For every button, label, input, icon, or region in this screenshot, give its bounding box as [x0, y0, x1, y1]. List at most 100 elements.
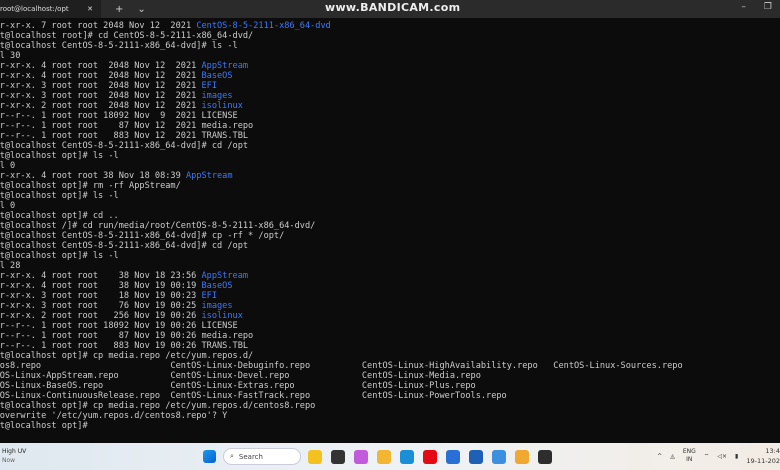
- tab-dropdown-icon[interactable]: ⌄: [137, 4, 145, 15]
- line-text: drwxr-xr-x. 4 root root 2048 Nov 12 2021: [0, 71, 202, 81]
- directory-name: BaseOS: [201, 281, 233, 291]
- line-text: drwxr-xr-x. 7 root root 2048 Nov 12 2021: [0, 21, 197, 31]
- terminal-line: total 28: [0, 261, 683, 271]
- terminal-lines: drwxr-xr-x. 7 root root 2048 Nov 12 2021…: [0, 21, 683, 431]
- terminal-line: drwxr-xr-x. 4 root root 2048 Nov 12 2021…: [0, 71, 683, 81]
- folder-icon[interactable]: [377, 449, 391, 464]
- line-text: [root@localhost opt]# cd ..: [0, 211, 119, 221]
- minimize-button[interactable]: –: [741, 2, 746, 12]
- close-tab-icon[interactable]: ✕: [87, 5, 93, 13]
- line-text: -rw-r--r--. 1 root root 883 Nov 12 2021 …: [0, 131, 249, 141]
- terminal-line: drwxr-xr-x. 7 root root 2048 Nov 12 2021…: [0, 21, 683, 31]
- task-view-icon[interactable]: [331, 449, 345, 464]
- notepad-icon[interactable]: [492, 449, 506, 464]
- terminal-line: drwxr-xr-x. 3 root root 18 Nov 19 00:23 …: [0, 291, 683, 301]
- time: 13:4: [765, 447, 780, 455]
- terminal-line: -rw-r--r--. 1 root root 883 Nov 12 2021 …: [0, 131, 683, 141]
- copilot-icon[interactable]: [354, 449, 368, 464]
- weather-widget[interactable]: High UV Now: [2, 447, 26, 465]
- terminal-line: [root@localhost opt]# cp media.repo /etc…: [0, 351, 683, 361]
- terminal-line: CentOS-Linux-AppStream.repo CentOS-Linux…: [0, 371, 683, 381]
- tray-app-icon[interactable]: ◬: [670, 453, 675, 460]
- line-text: [root@localhost /]# cd run/media/root/Ce…: [0, 221, 316, 231]
- directory-name: images: [201, 301, 233, 311]
- line-text: [root@localhost CentOS-8-5-2111-x86_64-d…: [0, 141, 249, 151]
- remote-icon[interactable]: [515, 449, 529, 464]
- terminal-line: total 0: [0, 201, 683, 211]
- bandicam-watermark: www.BANDICAM.com: [325, 1, 461, 14]
- browser-icon[interactable]: [446, 449, 460, 464]
- line-text: [root@localhost opt]# ls -l: [0, 191, 119, 201]
- terminal-line: cp: overwrite '/etc/yum.repos.d/centos8.…: [0, 411, 683, 421]
- volume-icon[interactable]: ◁×: [717, 453, 727, 460]
- line-text: CentOS-Linux-ContinuousRelease.repo Cent…: [0, 391, 507, 401]
- clock[interactable]: 13:4 19-11-202: [746, 446, 780, 466]
- edge-icon[interactable]: [400, 449, 414, 464]
- line-text: -rw-r--r--. 1 root root 883 Nov 19 00:26…: [0, 341, 249, 351]
- terminal-line: -rw-r--r--. 1 root root 87 Nov 19 00:26 …: [0, 331, 683, 341]
- terminal-line: CentOS-Linux-BaseOS.repo CentOS-Linux-Ex…: [0, 381, 683, 391]
- new-tab-button[interactable]: +: [115, 4, 123, 15]
- title-bar: root@localhost:/opt ✕ + ⌄ www.BANDICAM.c…: [0, 0, 780, 18]
- terminal-line: -rw-r--r--. 1 root root 883 Nov 19 00:26…: [0, 341, 683, 351]
- terminal-line: [root@localhost opt]# ls -l: [0, 151, 683, 161]
- line-text: drwxr-xr-x. 4 root root 2048 Nov 12 2021: [0, 61, 202, 71]
- line-text: [root@localhost opt]# ls -l: [0, 151, 119, 161]
- line-text: total 28: [0, 261, 21, 271]
- chevron-up-icon[interactable]: ^: [657, 453, 662, 460]
- wifi-icon[interactable]: ⌔: [704, 452, 710, 460]
- terminal-line: [root@localhost opt]#: [0, 421, 683, 431]
- line-text: centos8.repo CentOS-Linux-Debuginfo.repo…: [0, 361, 683, 371]
- directory-name: AppStream: [201, 271, 249, 281]
- line-text: [root@localhost opt]# cp media.repo /etc…: [0, 401, 316, 411]
- terminal-line: [root@localhost /]# cd run/media/root/Ce…: [0, 221, 683, 231]
- terminal-line: [root@localhost CentOS-8-5-2111-x86_64-d…: [0, 41, 683, 51]
- directory-name: isolinux: [201, 101, 243, 111]
- terminal-line: total 0: [0, 161, 683, 171]
- directory-name: EFI: [201, 291, 218, 301]
- maximize-button[interactable]: ❐: [764, 2, 772, 12]
- terminal-line: drwxr-xr-x. 3 root root 2048 Nov 12 2021…: [0, 91, 683, 101]
- terminal-line: -rw-r--r--. 1 root root 18092 Nov 9 2021…: [0, 111, 683, 121]
- weather-title: High UV: [2, 448, 27, 455]
- terminal-line: -rw-r--r--. 1 root root 18092 Nov 19 00:…: [0, 321, 683, 331]
- line-text: [root@localhost CentOS-8-5-2111-x86_64-d…: [0, 241, 249, 251]
- store-icon[interactable]: [469, 449, 483, 464]
- terminal-line: drwxr-xr-x. 4 root root 38 Nov 18 23:56 …: [0, 271, 683, 281]
- line-text: drwxr-xr-x. 3 root root 18 Nov 19 00:23: [0, 291, 202, 301]
- netflix-icon[interactable]: [423, 449, 437, 464]
- line-text: [root@localhost CentOS-8-5-2111-x86_64-d…: [0, 41, 238, 51]
- taskbar: High UV Now ⌕ Search ^ ◬ ENG IN ⌔ ◁× ▮ 1…: [0, 443, 780, 470]
- directory-name: AppStream: [201, 61, 249, 71]
- lang-bottom: IN: [686, 456, 693, 463]
- tab-title: root@localhost:/opt: [0, 5, 69, 13]
- terminal-tab[interactable]: root@localhost:/opt ✕: [0, 0, 101, 18]
- line-text: cp: overwrite '/etc/yum.repos.d/centos8.…: [0, 411, 228, 421]
- line-text: total 0: [0, 161, 16, 171]
- line-text: CentOS-Linux-AppStream.repo CentOS-Linux…: [0, 371, 481, 381]
- directory-name: EFI: [201, 81, 218, 91]
- terminal-line: drwxr-xr-x. 4 root root 2048 Nov 12 2021…: [0, 61, 683, 71]
- line-text: drwxr-xr-x. 3 root root 2048 Nov 12 2021: [0, 91, 202, 101]
- terminal-line: CentOS-Linux-ContinuousRelease.repo Cent…: [0, 391, 683, 401]
- terminal-line: drwxr-xr-x. 3 root root 76 Nov 19 00:25 …: [0, 301, 683, 311]
- terminal-output[interactable]: drwxr-xr-x. 7 root root 2048 Nov 12 2021…: [0, 18, 780, 443]
- terminal-icon[interactable]: [538, 449, 552, 464]
- search-box[interactable]: ⌕ Search: [223, 448, 301, 465]
- terminal-line: drwxr-xr-x. 2 root root 2048 Nov 12 2021…: [0, 101, 683, 111]
- line-text: [root@localhost opt]#: [0, 421, 88, 431]
- battery-icon[interactable]: ▮: [735, 453, 738, 460]
- start-button[interactable]: [203, 450, 216, 463]
- directory-name: images: [201, 91, 233, 101]
- line-text: drwxr-xr-x. 2 root root 2048 Nov 12 2021: [0, 101, 202, 111]
- line-text: [root@localhost opt]# rm -rf AppStream/: [0, 181, 181, 191]
- search-icon: ⌕: [230, 452, 234, 460]
- line-text: -rw-r--r--. 1 root root 18092 Nov 9 2021…: [0, 111, 238, 121]
- search-placeholder: Search: [238, 452, 263, 461]
- line-text: [root@localhost root]# cd CentOS-8-5-211…: [0, 31, 254, 41]
- directory-name: AppStream: [185, 171, 233, 181]
- terminal-line: [root@localhost opt]# cd ..: [0, 211, 683, 221]
- file-explorer-icon[interactable]: [308, 449, 322, 464]
- language-indicator[interactable]: ENG IN: [683, 448, 696, 464]
- line-text: drwxr-xr-x. 4 root root 38 Nov 18 08:39: [0, 171, 181, 181]
